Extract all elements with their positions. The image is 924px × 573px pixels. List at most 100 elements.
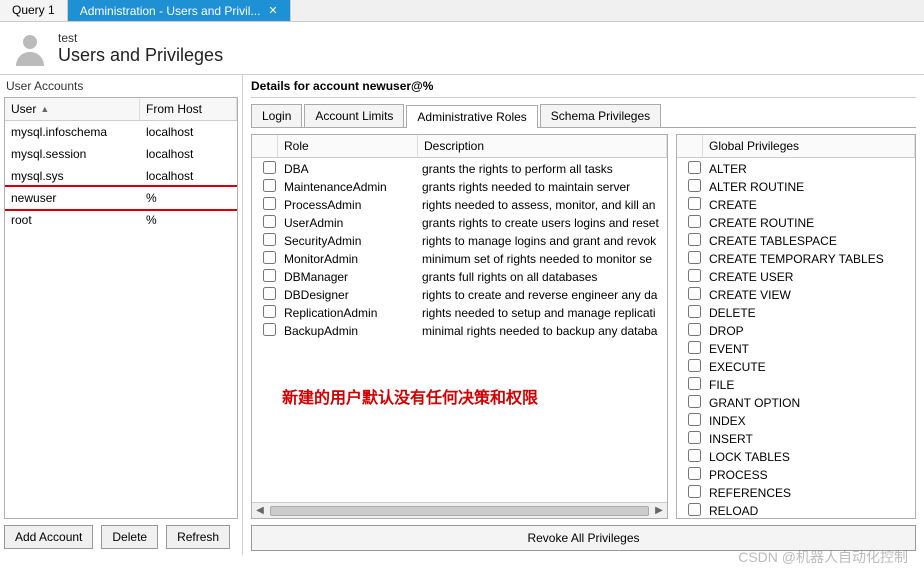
role-name: ProcessAdmin [282, 198, 422, 212]
tab-schema-privileges[interactable]: Schema Privileges [540, 104, 661, 127]
role-name: DBDesigner [282, 288, 422, 302]
role-checkbox[interactable] [263, 305, 276, 318]
role-row[interactable]: DBAgrants the rights to perform all task… [256, 160, 663, 178]
privilege-row[interactable]: REFERENCES [681, 484, 911, 502]
privilege-checkbox[interactable] [688, 431, 701, 444]
role-checkbox[interactable] [263, 287, 276, 300]
privilege-name: GRANT OPTION [707, 396, 911, 410]
user-accounts-label: User Accounts [0, 75, 242, 97]
role-row[interactable]: ReplicationAdminrights needed to setup a… [256, 304, 663, 322]
privilege-row[interactable]: EXECUTE [681, 358, 911, 376]
user-row[interactable]: mysql.infoschemalocalhost [5, 121, 237, 143]
privilege-checkbox[interactable] [688, 251, 701, 264]
privilege-row[interactable]: GRANT OPTION [681, 394, 911, 412]
tab-login[interactable]: Login [251, 104, 302, 127]
privilege-checkbox[interactable] [688, 413, 701, 426]
privilege-row[interactable]: INSERT [681, 430, 911, 448]
col-role[interactable]: Role [278, 135, 418, 157]
privilege-name: CREATE TEMPORARY TABLES [707, 252, 911, 266]
privilege-row[interactable]: CREATE [681, 196, 911, 214]
col-user[interactable]: User▲ [5, 98, 140, 120]
privilege-name: DROP [707, 324, 911, 338]
role-row[interactable]: DBManagergrants full rights on all datab… [256, 268, 663, 286]
user-row[interactable]: mysql.syslocalhost [5, 165, 237, 187]
role-checkbox[interactable] [263, 233, 276, 246]
privilege-row[interactable]: DELETE [681, 304, 911, 322]
privilege-name: CREATE TABLESPACE [707, 234, 911, 248]
tab-account-limits[interactable]: Account Limits [304, 104, 404, 127]
privilege-row[interactable]: PROCESS [681, 466, 911, 484]
scroll-thumb[interactable] [270, 506, 649, 516]
tab-admin[interactable]: Administration - Users and Privil... ✕ [68, 0, 291, 21]
role-row[interactable]: DBDesignerrights to create and reverse e… [256, 286, 663, 304]
privilege-checkbox[interactable] [688, 197, 701, 210]
privilege-row[interactable]: CREATE TEMPORARY TABLES [681, 250, 911, 268]
privilege-row[interactable]: LOCK TABLES [681, 448, 911, 466]
tab-admin-roles[interactable]: Administrative Roles [406, 105, 537, 128]
privilege-checkbox[interactable] [688, 233, 701, 246]
role-checkbox[interactable] [263, 215, 276, 228]
role-checkbox[interactable] [263, 197, 276, 210]
tab-admin-label: Administration - Users and Privil... [80, 4, 261, 18]
privilege-checkbox[interactable] [688, 161, 701, 174]
tab-query[interactable]: Query 1 [0, 0, 68, 21]
privilege-checkbox[interactable] [688, 467, 701, 480]
privilege-checkbox[interactable] [688, 179, 701, 192]
privilege-checkbox[interactable] [688, 287, 701, 300]
scroll-left-icon[interactable]: ◀ [252, 505, 268, 516]
privilege-name: ALTER [707, 162, 911, 176]
col-check[interactable] [252, 135, 278, 157]
privilege-checkbox[interactable] [688, 341, 701, 354]
privilege-row[interactable]: ALTER ROUTINE [681, 178, 911, 196]
role-row[interactable]: SecurityAdminrights to manage logins and… [256, 232, 663, 250]
col-global-privileges[interactable]: Global Privileges [703, 135, 915, 157]
role-checkbox[interactable] [263, 269, 276, 282]
privilege-checkbox[interactable] [688, 377, 701, 390]
user-row[interactable]: newuser% [5, 187, 237, 209]
col-host[interactable]: From Host [140, 98, 237, 120]
privilege-checkbox[interactable] [688, 395, 701, 408]
privilege-checkbox[interactable] [688, 485, 701, 498]
role-name: DBManager [282, 270, 422, 284]
col-check[interactable] [677, 135, 703, 157]
privilege-row[interactable]: CREATE USER [681, 268, 911, 286]
privilege-checkbox[interactable] [688, 269, 701, 282]
role-description: rights needed to setup and manage replic… [422, 306, 663, 320]
privilege-row[interactable]: FILE [681, 376, 911, 394]
role-description: rights to manage logins and grant and re… [422, 234, 663, 248]
privilege-checkbox[interactable] [688, 359, 701, 372]
privilege-row[interactable]: CREATE ROUTINE [681, 214, 911, 232]
role-checkbox[interactable] [263, 179, 276, 192]
horizontal-scrollbar[interactable]: ◀ ▶ [252, 502, 667, 518]
add-account-button[interactable]: Add Account [4, 525, 93, 549]
privilege-checkbox[interactable] [688, 449, 701, 462]
right-panel: Details for account newuser@% Login Acco… [243, 75, 924, 555]
privilege-row[interactable]: INDEX [681, 412, 911, 430]
privilege-row[interactable]: EVENT [681, 340, 911, 358]
privilege-checkbox[interactable] [688, 305, 701, 318]
header-text: test Users and Privileges [58, 31, 223, 66]
privilege-checkbox[interactable] [688, 503, 701, 516]
privilege-row[interactable]: ALTER [681, 160, 911, 178]
role-checkbox[interactable] [263, 161, 276, 174]
role-row[interactable]: MaintenanceAdmingrants rights needed to … [256, 178, 663, 196]
user-row[interactable]: mysql.sessionlocalhost [5, 143, 237, 165]
role-checkbox[interactable] [263, 323, 276, 336]
privilege-checkbox[interactable] [688, 323, 701, 336]
privilege-row[interactable]: DROP [681, 322, 911, 340]
role-row[interactable]: ProcessAdminrights needed to assess, mon… [256, 196, 663, 214]
role-checkbox[interactable] [263, 251, 276, 264]
privilege-checkbox[interactable] [688, 215, 701, 228]
scroll-right-icon[interactable]: ▶ [651, 505, 667, 516]
role-row[interactable]: UserAdmingrants rights to create users l… [256, 214, 663, 232]
privilege-row[interactable]: CREATE TABLESPACE [681, 232, 911, 250]
col-description[interactable]: Description [418, 135, 667, 157]
privilege-row[interactable]: CREATE VIEW [681, 286, 911, 304]
refresh-button[interactable]: Refresh [166, 525, 230, 549]
privilege-row[interactable]: RELOAD [681, 502, 911, 518]
role-row[interactable]: MonitorAdminminimum set of rights needed… [256, 250, 663, 268]
user-row[interactable]: root% [5, 209, 237, 231]
role-row[interactable]: BackupAdminminimal rights needed to back… [256, 322, 663, 340]
close-icon[interactable]: ✕ [268, 4, 277, 17]
delete-button[interactable]: Delete [101, 525, 158, 549]
